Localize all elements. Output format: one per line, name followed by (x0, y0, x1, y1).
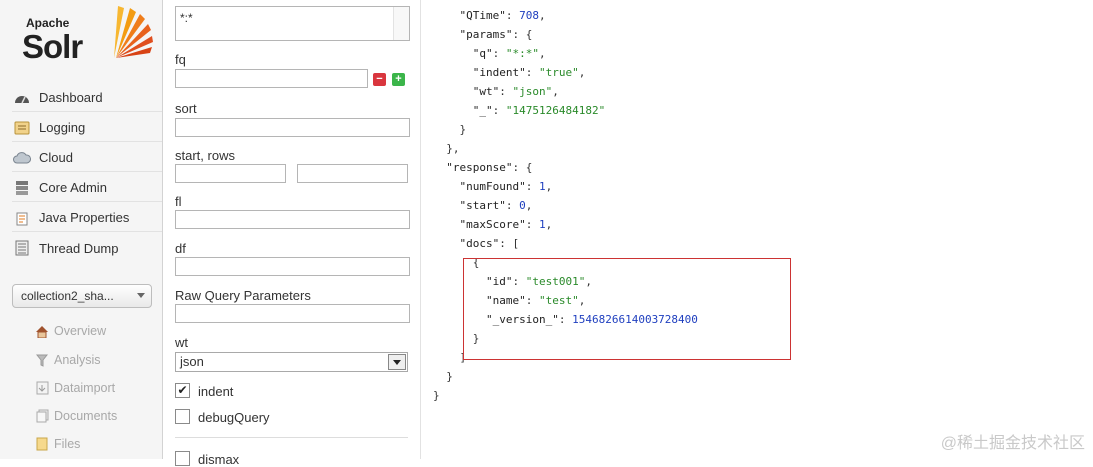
rows-input[interactable] (297, 164, 408, 183)
param-wt-value: json (519, 85, 546, 98)
core-menu-label: Files (54, 437, 81, 451)
nav-label: Thread Dump (39, 240, 119, 256)
param-q-value: *:* (512, 47, 533, 60)
minus-icon: − (376, 73, 383, 85)
chevron-down-icon (137, 293, 145, 298)
indent-checkbox[interactable]: ✔ (175, 383, 190, 398)
debug-query-checkbox[interactable] (175, 409, 190, 424)
nav-dashboard[interactable]: Dashboard (12, 84, 162, 112)
thread-dump-icon (12, 240, 32, 256)
nav-label: Core Admin (39, 180, 107, 195)
solr-logo[interactable]: Apache Solr (22, 4, 162, 66)
param-underscore-value: 1475126484182 (512, 104, 599, 117)
start-rows-label: start, rows (175, 148, 235, 163)
core-menu-label: Analysis (54, 353, 101, 367)
fq-input[interactable] (175, 69, 368, 88)
plus-icon: + (395, 73, 402, 85)
dashboard-icon (12, 90, 32, 106)
remove-fq-button[interactable]: − (373, 73, 386, 86)
documents-icon (34, 408, 50, 424)
sidebar: Apache Solr Dashboard Logging Cloud Core… (0, 0, 163, 459)
logging-icon (12, 120, 32, 136)
nav-label: Java Properties (39, 210, 130, 225)
nav-label: Cloud (39, 150, 73, 165)
debug-query-label: debugQuery (198, 410, 270, 425)
response-panel: "QTime": 708, "params": { "q": "*:*", "i… (421, 0, 1093, 459)
nav-label: Dashboard (39, 90, 103, 105)
numfound-value: 1 (538, 180, 546, 193)
home-icon (34, 323, 50, 339)
core-menu-label: Overview (54, 324, 107, 338)
nav-logging[interactable]: Logging (12, 114, 162, 142)
nav-cloud[interactable]: Cloud (12, 144, 162, 172)
param-indent-value: true (545, 66, 573, 79)
sort-label: sort (175, 101, 197, 116)
core-selector-value: collection2_sha... (21, 289, 114, 303)
core-admin-icon (12, 180, 32, 196)
doc-highlight-box (463, 258, 791, 360)
nav-core-admin[interactable]: Core Admin (12, 174, 162, 202)
java-icon (12, 210, 32, 226)
q-textarea[interactable]: *:* (175, 6, 410, 41)
files-icon (34, 436, 50, 452)
dismax-label: dismax (198, 452, 240, 467)
wt-value: json (180, 354, 204, 369)
core-menu-documents[interactable]: Documents (34, 406, 154, 426)
cloud-icon (12, 150, 32, 166)
indent-label: indent (198, 384, 234, 399)
q-scrollbar[interactable] (393, 7, 409, 40)
add-fq-button[interactable]: + (392, 73, 405, 86)
logo-solr-text: Solr (22, 28, 83, 65)
sort-input[interactable] (175, 118, 410, 137)
nav-java-properties[interactable]: Java Properties (12, 204, 162, 232)
maxscore-value: 1 (538, 218, 546, 231)
core-menu-label: Documents (54, 409, 118, 423)
watermark: @稀土掘金技术社区 (940, 435, 1085, 452)
core-menu-files[interactable]: Files (34, 434, 154, 454)
core-menu-label: Dataimport (54, 381, 116, 395)
wt-select[interactable]: json (175, 352, 408, 372)
raw-query-label: Raw Query Parameters (175, 288, 311, 303)
wt-label: wt (175, 335, 188, 350)
dataimport-icon (34, 380, 50, 396)
fq-label: fq (175, 52, 186, 67)
raw-query-input[interactable] (175, 304, 410, 323)
fl-input[interactable] (175, 210, 410, 229)
divider (175, 437, 408, 438)
core-menu-analysis[interactable]: Analysis (34, 350, 154, 370)
df-input[interactable] (175, 257, 410, 276)
qtime-value: 708 (519, 9, 539, 22)
q-value: *:* (180, 11, 193, 25)
df-label: df (175, 241, 186, 256)
core-menu-overview[interactable]: Overview (34, 321, 154, 341)
chevron-down-icon (388, 354, 406, 370)
nav-thread-dump[interactable]: Thread Dump (12, 234, 162, 262)
fl-label: fl (175, 194, 182, 209)
sun-icon (114, 6, 153, 58)
core-selector-dropdown[interactable]: collection2_sha... (12, 284, 152, 308)
nav-label: Logging (39, 120, 86, 135)
query-form: *:* fq − + sort start, rows fl df Raw Qu… (163, 0, 421, 467)
start-value: 0 (519, 199, 526, 212)
filter-icon (34, 352, 50, 368)
core-menu-dataimport[interactable]: Dataimport (34, 378, 154, 398)
start-input[interactable] (175, 164, 286, 183)
check-icon: ✔ (177, 383, 188, 397)
